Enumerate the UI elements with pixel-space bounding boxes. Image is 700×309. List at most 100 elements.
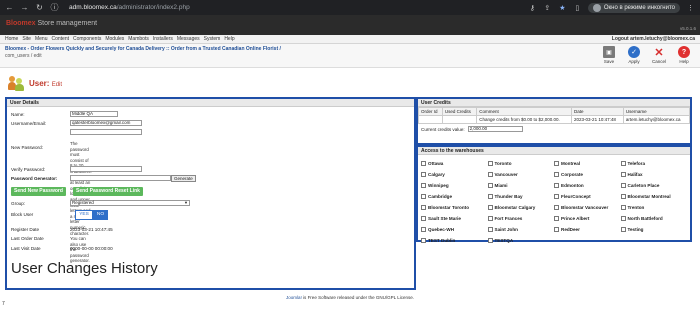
warehouse-option[interactable]: Toronto bbox=[487, 159, 555, 167]
warehouse-checkbox[interactable] bbox=[554, 215, 559, 221]
joomla-link[interactable]: Joomla! bbox=[286, 295, 302, 300]
warehouse-option[interactable]: Saint John bbox=[487, 225, 555, 233]
warehouse-option[interactable]: Sault Ste Marie bbox=[421, 214, 488, 222]
incognito-badge[interactable]: Окно в режиме инкогнито bbox=[587, 2, 680, 13]
warehouse-option[interactable]: TEST Dublin bbox=[421, 236, 488, 244]
warehouse-checkbox[interactable] bbox=[487, 182, 493, 188]
warehouse-option[interactable]: Thunder Bay bbox=[487, 192, 555, 200]
warehouse-option[interactable]: Montreal bbox=[554, 159, 621, 167]
warehouse-option[interactable]: Telefora bbox=[620, 159, 688, 167]
password-generator-input[interactable] bbox=[70, 175, 171, 181]
warehouse-option[interactable]: Corporate bbox=[554, 170, 621, 178]
current-credits-input[interactable]: 2,000.00 bbox=[467, 126, 523, 132]
warehouse-option[interactable]: Bloomstar Toronto bbox=[421, 203, 488, 211]
warehouse-checkbox[interactable] bbox=[554, 226, 559, 232]
forward-icon[interactable]: → bbox=[20, 3, 29, 12]
warehouse-option[interactable]: Cambridge bbox=[421, 192, 488, 200]
warehouse-option[interactable]: Testing bbox=[620, 225, 688, 233]
warehouse-checkbox[interactable] bbox=[554, 193, 559, 199]
address-bar[interactable]: adm.bloomex.ca/administrator/index2.php bbox=[69, 4, 190, 11]
warehouse-checkbox[interactable] bbox=[487, 215, 493, 221]
block-yes-button[interactable]: YES bbox=[75, 210, 93, 220]
warehouse-checkbox[interactable] bbox=[554, 160, 559, 166]
menu-item-system[interactable]: System bbox=[204, 36, 221, 42]
warehouse-checkbox[interactable] bbox=[620, 160, 626, 166]
new-password-input[interactable] bbox=[70, 129, 142, 135]
warehouse-checkbox[interactable] bbox=[620, 193, 626, 199]
warehouse-option[interactable]: Ottawa bbox=[421, 159, 488, 167]
warehouse-option[interactable]: North Battleford bbox=[620, 214, 688, 222]
sidebar-icon[interactable]: ▯ bbox=[573, 4, 582, 12]
menu-item-content[interactable]: Content bbox=[51, 36, 69, 42]
warehouse-checkbox[interactable] bbox=[620, 215, 626, 221]
logout-link[interactable]: Logout artem.letuchy@bloomex.ca bbox=[612, 36, 695, 42]
warehouse-option[interactable]: Bloomstar Montreal bbox=[620, 192, 688, 200]
warehouse-checkbox[interactable] bbox=[620, 204, 626, 210]
verify-password-input[interactable] bbox=[70, 166, 142, 172]
menu-item-mambots[interactable]: Mambots bbox=[128, 36, 149, 42]
block-no-button[interactable]: NO bbox=[93, 210, 108, 220]
name-input[interactable]: Middle QA bbox=[70, 111, 118, 117]
menu-item-help[interactable]: Help bbox=[224, 36, 234, 42]
username-input[interactable]: qatesterbloomex@gmail.com bbox=[70, 120, 142, 126]
warehouse-option[interactable]: Prince Albert bbox=[554, 214, 621, 222]
warehouse-option[interactable]: Halifax bbox=[620, 170, 688, 178]
menu-item-home[interactable]: Home bbox=[5, 36, 18, 42]
warehouse-checkbox[interactable] bbox=[487, 226, 493, 232]
warehouse-checkbox[interactable] bbox=[487, 171, 493, 177]
apply-button[interactable]: ✓ Apply bbox=[623, 46, 645, 67]
menu-item-components[interactable]: Components bbox=[73, 36, 101, 42]
warehouse-option[interactable]: Fort Frances bbox=[487, 214, 555, 222]
warehouse-checkbox[interactable] bbox=[487, 237, 493, 243]
star-icon[interactable]: ★ bbox=[558, 4, 567, 12]
send-new-password-button[interactable]: Send New Password bbox=[11, 187, 66, 196]
warehouse-checkbox[interactable] bbox=[620, 182, 626, 188]
warehouse-checkbox[interactable] bbox=[421, 193, 426, 199]
reload-icon[interactable]: ↻ bbox=[35, 3, 44, 12]
warehouse-option[interactable]: Trenton bbox=[620, 203, 688, 211]
warehouse-option[interactable]: Bloomstar Calgary bbox=[487, 203, 555, 211]
send-reset-link-button[interactable]: Send Password Reset Link bbox=[73, 187, 143, 196]
back-icon[interactable]: ← bbox=[5, 3, 14, 12]
menu-item-menu[interactable]: Menu bbox=[35, 36, 48, 42]
site-link[interactable]: Bloomex - Order Flowers Quickly and Secu… bbox=[5, 46, 598, 53]
warehouse-option[interactable]: FleurConcept bbox=[554, 192, 621, 200]
warehouse-option[interactable]: Calgary bbox=[421, 170, 488, 178]
help-button[interactable]: ? Help bbox=[673, 46, 695, 67]
warehouse-option[interactable]: Miami bbox=[487, 181, 555, 189]
warehouse-checkbox[interactable] bbox=[620, 226, 626, 232]
warehouse-checkbox[interactable] bbox=[421, 237, 426, 243]
warehouse-checkbox[interactable] bbox=[487, 160, 493, 166]
warehouse-option[interactable]: Winnipeg bbox=[421, 181, 488, 189]
warehouse-checkbox[interactable] bbox=[487, 193, 493, 199]
menu-item-site[interactable]: Site bbox=[22, 36, 31, 42]
warehouse-checkbox[interactable] bbox=[421, 160, 426, 166]
warehouse-checkbox[interactable] bbox=[554, 182, 559, 188]
menu-item-installers[interactable]: Installers bbox=[153, 36, 173, 42]
group-select[interactable]: Registered ▼ bbox=[70, 200, 190, 206]
key-icon[interactable]: ⚷ bbox=[528, 4, 537, 12]
warehouse-checkbox[interactable] bbox=[421, 215, 426, 221]
warehouse-option[interactable]: Edmonton bbox=[554, 181, 621, 189]
warehouse-checkbox[interactable] bbox=[487, 204, 493, 210]
warehouse-option[interactable]: Quebec-WH bbox=[421, 225, 488, 233]
warehouse-option[interactable]: RedDeer bbox=[554, 225, 621, 233]
cancel-button[interactable]: ✕ Cancel bbox=[648, 46, 670, 67]
menu-item-modules[interactable]: Modules bbox=[105, 36, 124, 42]
warehouse-option[interactable]: Bloomstar Vancouver bbox=[554, 203, 621, 211]
warehouse-option[interactable]: Vancouver bbox=[487, 170, 555, 178]
warehouse-option[interactable]: TESTQA bbox=[487, 236, 555, 244]
warehouse-checkbox[interactable] bbox=[554, 171, 559, 177]
warehouse-checkbox[interactable] bbox=[421, 182, 426, 188]
save-button[interactable]: ▣ Save bbox=[598, 46, 620, 67]
generate-button[interactable]: Generate bbox=[171, 175, 196, 182]
warehouse-checkbox[interactable] bbox=[421, 226, 426, 232]
warehouse-checkbox[interactable] bbox=[554, 204, 559, 210]
menu-item-messages[interactable]: Messages bbox=[177, 36, 200, 42]
warehouse-checkbox[interactable] bbox=[421, 204, 426, 210]
info-icon[interactable]: ⓘ bbox=[50, 2, 59, 13]
warehouse-option[interactable]: Carleton Place bbox=[620, 181, 688, 189]
warehouse-checkbox[interactable] bbox=[421, 171, 426, 177]
warehouse-checkbox[interactable] bbox=[620, 171, 626, 177]
share-icon[interactable]: ⇪ bbox=[543, 4, 552, 12]
